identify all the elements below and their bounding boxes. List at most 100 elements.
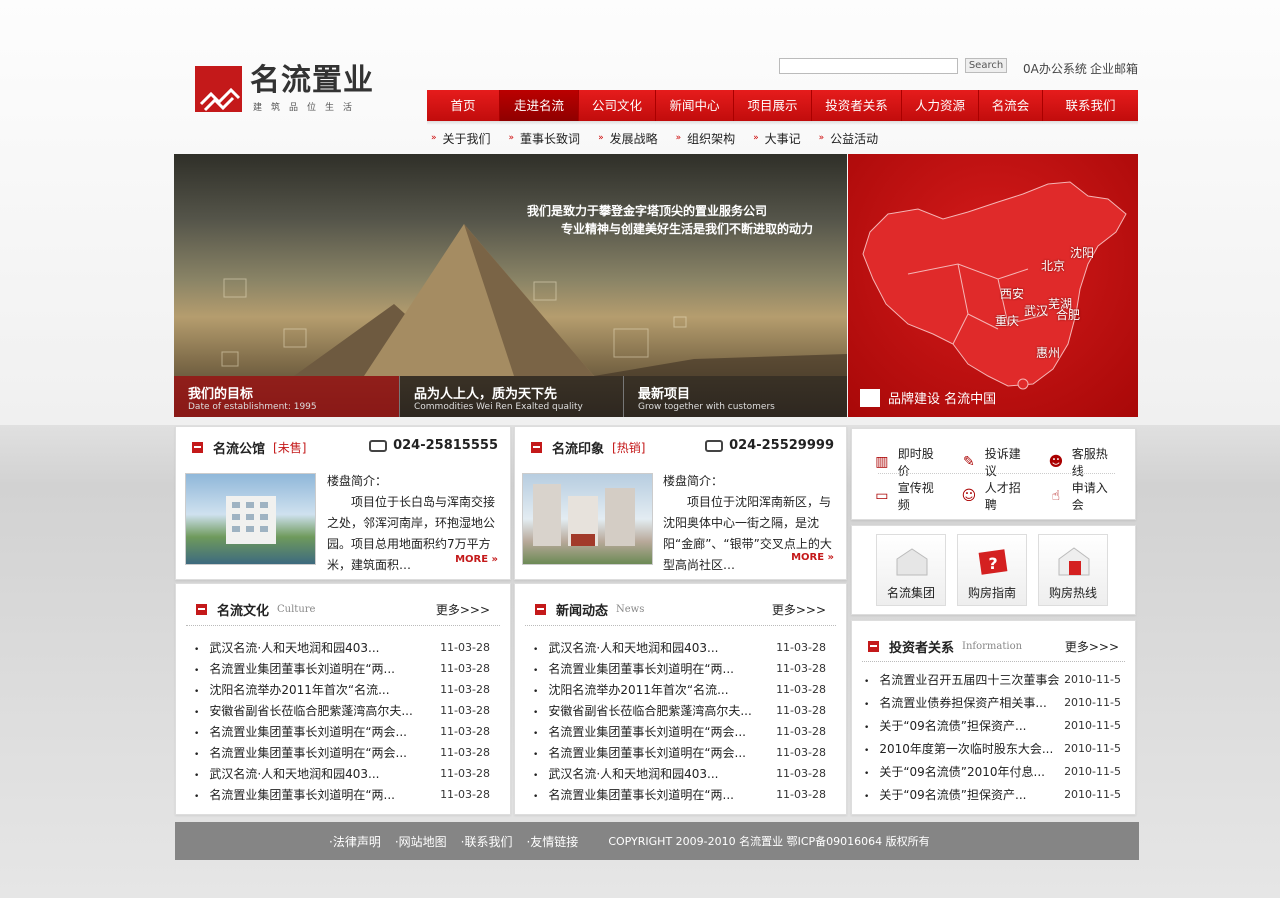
people-icon: ☻	[1048, 454, 1064, 470]
more-link[interactable]: MORE »	[449, 554, 498, 565]
list-item[interactable]: 武汉名流·人和天地润和园403...11-03-28	[194, 763, 490, 784]
list-item[interactable]: 关于“09名流债”担保资产...2010-11-5	[864, 714, 1121, 737]
list-item[interactable]: 关于“09名流债”担保资产...2010-11-5	[864, 783, 1121, 806]
section-icon	[535, 604, 546, 615]
double-arrow-icon: »	[827, 552, 834, 563]
subnav-chairman[interactable]: » 董事长致词	[505, 129, 581, 147]
list-item[interactable]: 武汉名流·人和天地润和园403...11-03-28	[533, 763, 826, 784]
footer-legal-link[interactable]: ·法律声明	[329, 833, 381, 850]
footer-sitemap-link[interactable]: ·网站地图	[395, 833, 447, 850]
site-logo[interactable]: 名流置业 建筑品位生活	[195, 64, 385, 114]
list-item[interactable]: 安徽省副省长莅临合肥紫蓬湾高尔夫...11-03-28	[194, 700, 490, 721]
culture-section: 名流文化 Culture 更多>>> 武汉名流·人和天地润和园403...11-…	[175, 583, 511, 815]
map-city-hefei[interactable]: 合肥	[1056, 306, 1080, 323]
list-item[interactable]: 名流置业集团董事长刘道明在“两会...11-03-28	[194, 742, 490, 763]
arrow-right-icon: »	[431, 133, 437, 143]
list-item[interactable]: 沈阳名流举办2011年首次“名流...11-03-28	[194, 679, 490, 700]
tv-icon: ▭	[875, 488, 889, 504]
nav-culture[interactable]: 公司文化	[579, 90, 656, 121]
project-title: 名流印象 [热销]	[531, 438, 645, 457]
list-item[interactable]: 2010年度第一次临时股东大会...2010-11-5	[864, 737, 1121, 760]
list-item[interactable]: 武汉名流·人和天地润和园403...11-03-28	[194, 637, 490, 658]
list-item[interactable]: 安徽省副省长莅临合肥紫蓬湾高尔夫...11-03-28	[533, 700, 826, 721]
map-city-chongqing[interactable]: 重庆	[995, 312, 1019, 329]
map-city-xian[interactable]: 西安	[1000, 285, 1024, 302]
arrow-right-icon: »	[675, 133, 682, 143]
divider	[878, 473, 1115, 474]
list-item[interactable]: 名流置业集团董事长刘道明在“两...11-03-28	[194, 658, 490, 679]
search-button[interactable]: Search	[965, 58, 1007, 73]
list-item[interactable]: 名流置业集团董事长刘道明在“两会...11-03-28	[533, 742, 826, 763]
news-list: 武汉名流·人和天地润和园403...11-03-28 名流置业集团董事长刘道明在…	[533, 637, 826, 805]
subnav-about-us[interactable]: » 关于我们	[427, 129, 491, 147]
nav-club[interactable]: 名流会	[979, 90, 1043, 121]
nav-investors[interactable]: 投资者关系	[812, 90, 902, 121]
phone-icon	[705, 439, 724, 452]
section-icon	[531, 442, 542, 453]
more-link[interactable]: 更多>>>	[1065, 638, 1119, 655]
building-icon: ▥	[875, 454, 889, 470]
banner-tab-goal[interactable]: 我们的目标 Date of establishment: 1995	[174, 376, 399, 417]
china-map[interactable]: 沈阳 北京 西安 芜湖 武汉 合肥 重庆 惠州 品牌建设 名流中国	[848, 154, 1138, 417]
nav-news[interactable]: 新闻中心	[656, 90, 734, 121]
nav-projects[interactable]: 项目展示	[734, 90, 812, 121]
subnav-milestones[interactable]: » 大事记	[749, 129, 801, 147]
list-item[interactable]: 名流置业债券担保资产相关事...2010-11-5	[864, 691, 1121, 714]
footer-friends-link[interactable]: ·友情链接	[526, 833, 578, 850]
service-video[interactable]: ▭ 宣传视频	[874, 479, 945, 513]
section-title: 投资者关系 Information	[868, 637, 1022, 656]
quick-buying-hotline[interactable]: 购房热线	[1038, 534, 1108, 606]
list-item[interactable]: 关于“09名流债”2010年付息...2010-11-5	[864, 760, 1121, 783]
list-item[interactable]: 武汉名流·人和天地润和园403...11-03-28	[533, 637, 826, 658]
enterprise-mail-link[interactable]: 企业邮箱	[1090, 60, 1138, 77]
footer-contact-link[interactable]: ·联系我们	[461, 833, 513, 850]
search-input[interactable]	[779, 58, 958, 74]
subnav-organization[interactable]: » 组织架构	[672, 129, 736, 147]
project-image[interactable]	[522, 473, 653, 565]
list-item[interactable]: 名流置业集团董事长刘道明在“两会...11-03-28	[533, 721, 826, 742]
more-link[interactable]: 更多>>>	[772, 601, 826, 618]
banner-slogan-1: 我们是致力于攀登金字塔顶尖的置业服务公司	[526, 204, 767, 218]
list-item[interactable]: 名流置业集团董事长刘道明在“两...11-03-28	[533, 658, 826, 679]
quick-group[interactable]: 名流集团	[876, 534, 946, 606]
phone-icon	[369, 439, 388, 452]
banner-tab-latest[interactable]: 最新项目 Grow together with customers	[623, 376, 847, 417]
list-item[interactable]: 名流置业集团董事长刘道明在“两会...11-03-28	[194, 721, 490, 742]
service-jobs[interactable]: ☺ 人才招聘	[961, 479, 1032, 513]
question-icon: ?	[978, 549, 1008, 575]
list-item[interactable]: 名流置业集团董事长刘道明在“两...11-03-28	[533, 784, 826, 805]
section-icon	[196, 604, 207, 615]
quick-buying-guide[interactable]: ? 购房指南	[957, 534, 1027, 606]
nav-hr[interactable]: 人力资源	[902, 90, 979, 121]
service-join[interactable]: ☝ 申请入会	[1048, 479, 1119, 513]
brand-small-icon	[860, 388, 880, 407]
nav-home[interactable]: 首页	[427, 90, 500, 121]
subnav-charity[interactable]: » 公益活动	[815, 129, 879, 147]
list-item[interactable]: 名流置业集团董事长刘道明在“两...11-03-28	[194, 784, 490, 805]
map-city-beijing[interactable]: 北京	[1041, 257, 1065, 274]
investor-section: 投资者关系 Information 更多>>> 名流置业召开五届四十三次董事会2…	[851, 620, 1136, 815]
quick-links: 名流集团 ? 购房指南 购房热线	[851, 525, 1136, 615]
footer: ·法律声明 ·网站地图 ·联系我们 ·友情链接 COPYRIGHT 2009-2…	[175, 822, 1139, 860]
hand-icon: ☝	[1051, 488, 1061, 504]
more-link[interactable]: MORE »	[785, 552, 834, 563]
list-item[interactable]: 名流置业召开五届四十三次董事会2010-11-5	[864, 668, 1121, 691]
nav-contact[interactable]: 联系我们	[1043, 90, 1138, 121]
banner-tab-quality[interactable]: 品为人上人，质为天下先 Commodities Wei Ren Exalted …	[399, 376, 623, 417]
map-city-huizhou[interactable]: 惠州	[1036, 344, 1060, 361]
hero-banner[interactable]: 我们是致力于攀登金字塔顶尖的置业服务公司 专业精神与创建美好生活是我们不断进取的…	[174, 154, 847, 417]
map-footer: 品牌建设 名流中国	[860, 388, 996, 407]
home-icon	[1058, 547, 1090, 576]
nav-about[interactable]: 走进名流	[500, 90, 579, 121]
list-item[interactable]: 沈阳名流举办2011年首次“名流...11-03-28	[533, 679, 826, 700]
arrow-right-icon: »	[598, 133, 604, 143]
map-city-shenyang[interactable]: 沈阳	[1070, 244, 1094, 261]
subnav-strategy[interactable]: » 发展战略	[594, 129, 658, 147]
oa-system-link[interactable]: 0A办公系统	[1023, 60, 1087, 77]
project-image[interactable]	[185, 473, 316, 565]
divider	[186, 625, 500, 626]
project-card-gongguan: 名流公馆 [未售] 024-25815555 楼盘简介： 项目位于长白岛与浑南交…	[175, 426, 511, 580]
map-city-wuhan[interactable]: 武汉	[1024, 302, 1048, 319]
more-link[interactable]: 更多>>>	[436, 601, 490, 618]
culture-list: 武汉名流·人和天地润和园403...11-03-28 名流置业集团董事长刘道明在…	[194, 637, 490, 805]
